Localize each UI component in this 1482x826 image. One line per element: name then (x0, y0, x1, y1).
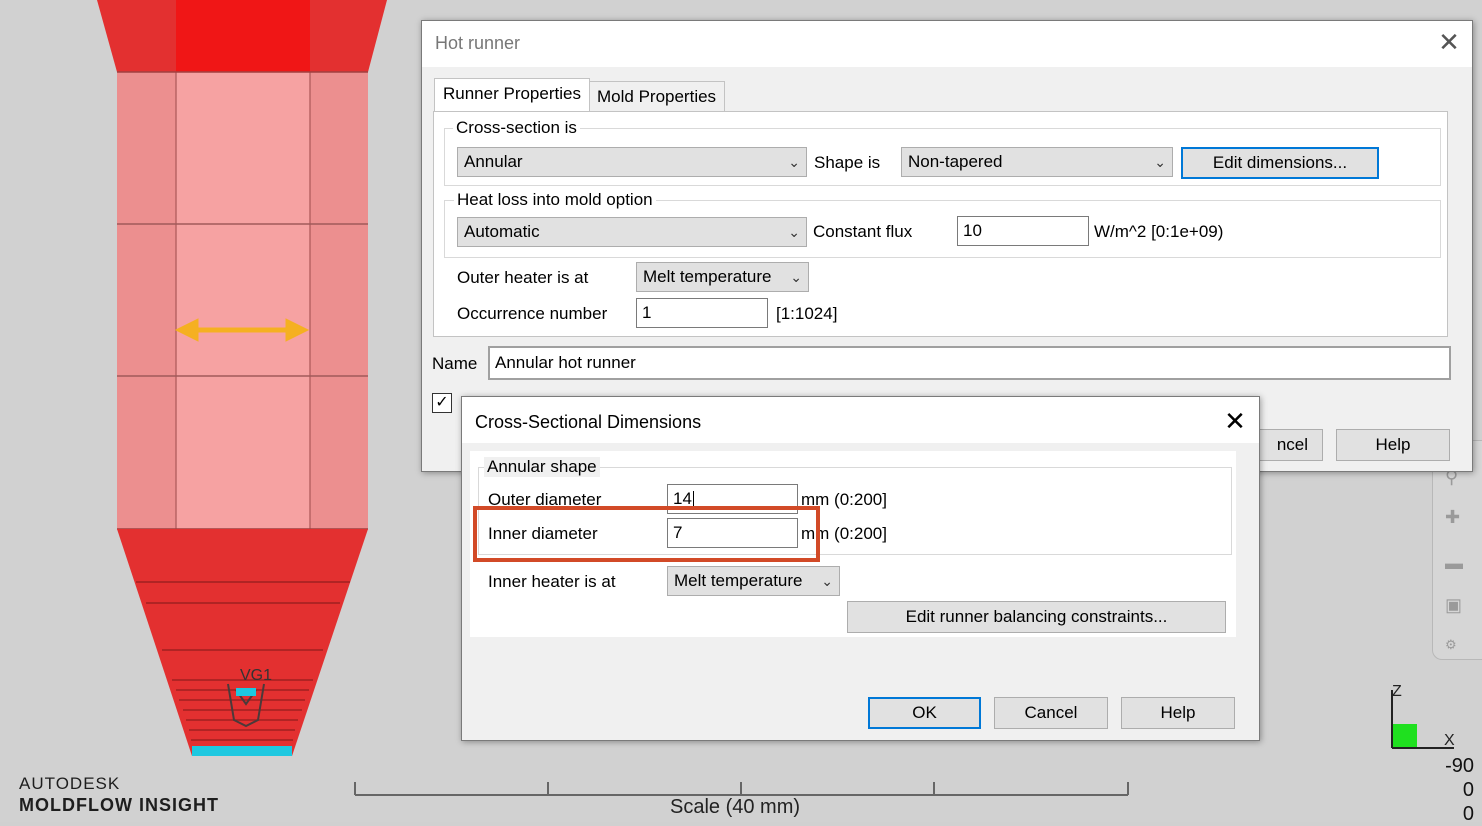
close-icon[interactable]: ✕ (1434, 27, 1464, 57)
cross-section-client: Annular shape Outer diameter 14 mm (0:20… (462, 443, 1259, 740)
name-label: Name (432, 354, 478, 373)
constant-flux-unit: W/m^2 [0:1e+09) (1094, 222, 1224, 241)
occurrence-range: [1:1024] (776, 304, 838, 323)
runner-top-core (176, 0, 310, 72)
hot-runner-help-button[interactable]: Help (1336, 429, 1450, 461)
brand-autodesk: AUTODESK (19, 774, 121, 793)
cross-section-titlebar: Cross-Sectional Dimensions ✕ (462, 397, 1259, 443)
name-input[interactable]: Annular hot runner (488, 346, 1451, 380)
runner-nozzle (117, 529, 368, 756)
view-tool-panel: ⚲ ✚ ▬ ▣ ⚙ (1432, 440, 1482, 660)
rotation-z: 0 (1462, 803, 1474, 825)
cross-section-select[interactable]: Annular ⌄ (457, 147, 807, 177)
heat-loss-value: Automatic (464, 222, 540, 241)
view-icon[interactable]: ▣ (1445, 595, 1462, 616)
occurrence-label: Occurrence number (457, 304, 608, 323)
scale-label: Scale (40 mm) (670, 796, 801, 818)
axis-z-label: Z (1392, 683, 1402, 700)
inner-diameter-input[interactable]: 7 (667, 518, 798, 548)
text-cursor (692, 490, 694, 509)
axis-x-label: X (1444, 732, 1455, 749)
close-icon[interactable]: ✕ (1220, 406, 1250, 436)
inner-diameter-unit: mm (0:200] (801, 524, 887, 543)
outer-heater-value: Melt temperature (643, 267, 772, 286)
outer-diameter-unit: mm (0:200] (801, 490, 887, 509)
chevron-down-icon: ⌄ (821, 573, 833, 589)
gate-tip (192, 746, 292, 756)
rotation-y: 0 (1462, 779, 1474, 801)
gate-label: VG1 (240, 667, 273, 684)
inner-heater-label: Inner heater is at (488, 572, 616, 591)
measure-icon[interactable]: ▬ (1445, 553, 1463, 574)
cross-section-label: Cross-section is (453, 118, 580, 138)
edit-balancing-button[interactable]: Edit runner balancing constraints... (847, 601, 1226, 633)
rotation-x: -90 (1445, 755, 1474, 777)
hot-runner-cancel-label: ncel (1276, 435, 1308, 454)
edit-dimensions-button[interactable]: Edit dimensions... (1181, 147, 1379, 179)
help-button[interactable]: Help (1121, 697, 1235, 729)
cancel-button[interactable]: Cancel (994, 697, 1108, 729)
outer-diameter-input[interactable]: 14 (667, 484, 798, 514)
cross-section-title: Cross-Sectional Dimensions (475, 412, 702, 432)
hot-runner-title: Hot runner (435, 33, 521, 53)
outer-diameter-label: Outer diameter (488, 490, 602, 509)
occurrence-input[interactable]: 1 (636, 298, 768, 328)
heat-loss-select[interactable]: Automatic ⌄ (457, 217, 807, 247)
inner-heater-value: Melt temperature (674, 571, 803, 590)
gear-icon[interactable]: ⚙ (1445, 637, 1457, 653)
chevron-down-icon: ⌄ (788, 154, 800, 170)
outer-diameter-value: 14 (673, 489, 692, 508)
inner-heater-select[interactable]: Melt temperature ⌄ (667, 566, 840, 596)
outer-heater-select[interactable]: Melt temperature ⌄ (636, 262, 809, 292)
center-icon[interactable]: ✚ (1445, 507, 1460, 528)
ok-button[interactable]: OK (868, 697, 981, 729)
chevron-down-icon: ⌄ (1154, 154, 1166, 170)
hot-runner-titlebar: Hot runner ✕ (422, 21, 1472, 67)
cross-section-value: Annular (464, 152, 523, 171)
shape-label: Shape is (814, 153, 881, 172)
shape-value: Non-tapered (908, 152, 1003, 171)
chevron-down-icon: ⌄ (790, 269, 802, 285)
annular-shape-label: Annular shape (484, 457, 600, 477)
tab-runner-properties[interactable]: Runner Properties (434, 78, 590, 111)
constant-flux-input[interactable]: 10 (957, 216, 1089, 246)
scale-bar (354, 782, 1129, 796)
brand-product: MOLDFLOW INSIGHT (19, 795, 219, 815)
runner-properties-panel: Cross-section is Annular ⌄ Shape is Non-… (433, 111, 1448, 337)
tab-mold-properties[interactable]: Mold Properties (588, 81, 726, 111)
constant-flux-label: Constant flux (813, 222, 913, 241)
inner-diameter-label: Inner diameter (488, 524, 598, 543)
chevron-down-icon: ⌄ (788, 224, 800, 240)
heat-loss-label: Heat loss into mold option (454, 190, 656, 210)
cross-section-dialog: Cross-Sectional Dimensions ✕ Annular sha… (461, 396, 1260, 741)
runner-cylinder-core (176, 72, 310, 529)
apply-checkbox[interactable]: ✓ (432, 393, 452, 413)
outer-heater-label: Outer heater is at (457, 268, 589, 287)
shape-select[interactable]: Non-tapered ⌄ (901, 147, 1173, 177)
